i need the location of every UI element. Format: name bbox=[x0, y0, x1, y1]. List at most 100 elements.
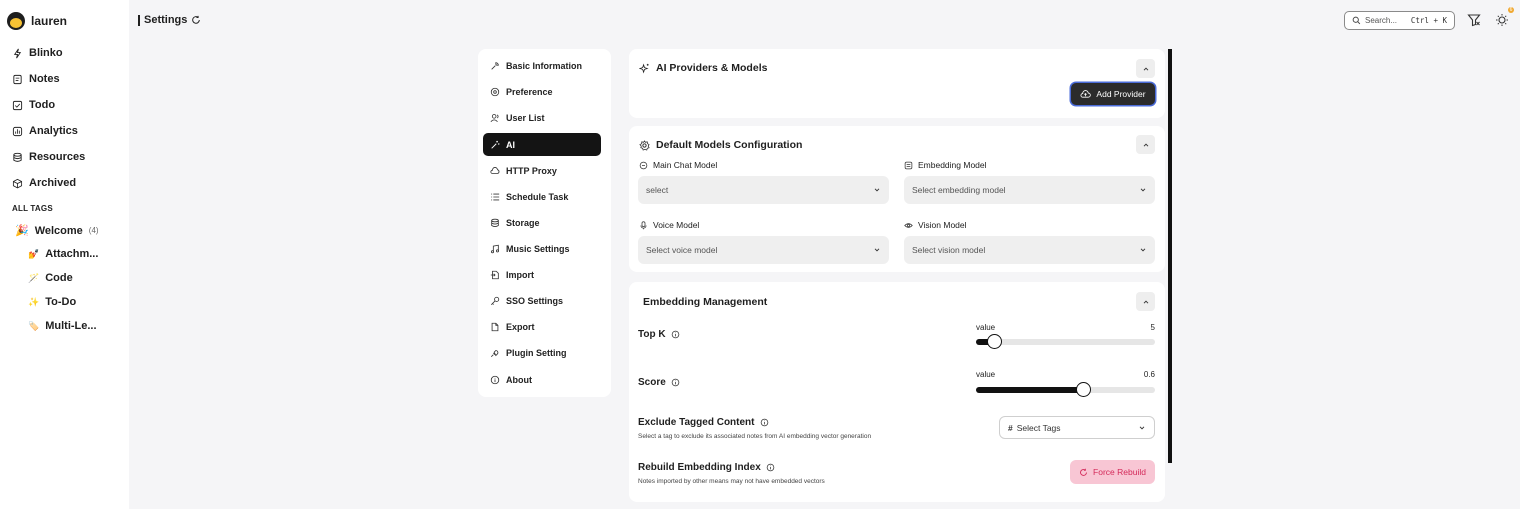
chevron-up-icon bbox=[1143, 143, 1148, 147]
tag-label: To-Do bbox=[45, 296, 77, 308]
vision-model-select[interactable]: Select vision model bbox=[904, 236, 1155, 264]
menu-label: Music Settings bbox=[506, 243, 570, 254]
add-provider-label: Add Provider bbox=[1096, 89, 1146, 99]
settings-item-user-list[interactable]: User List bbox=[483, 106, 601, 129]
page-title: Settings bbox=[138, 14, 201, 26]
cloud-upload-icon bbox=[1080, 90, 1092, 98]
nav-item-resources[interactable]: Resources bbox=[12, 151, 85, 163]
settings-item-basic-information[interactable]: Basic Information bbox=[483, 54, 601, 77]
tag-emoji: 🏷️ bbox=[28, 320, 40, 331]
info-icon[interactable] bbox=[671, 330, 680, 339]
user-profile[interactable]: lauren bbox=[7, 12, 67, 30]
chevron-down-icon bbox=[1140, 248, 1146, 252]
nav-item-archived[interactable]: Archived bbox=[12, 177, 76, 189]
top-k-slider[interactable] bbox=[976, 334, 1155, 349]
select-value: Select vision model bbox=[912, 245, 986, 255]
collapse-default-models-button[interactable] bbox=[1136, 135, 1155, 154]
menu-label: Plugin Setting bbox=[506, 347, 567, 358]
tag-item-attachments[interactable]: 💅 Attachm... bbox=[28, 248, 98, 260]
plugin-icon bbox=[490, 349, 499, 357]
chevron-down-icon bbox=[1139, 425, 1145, 429]
settings-item-export[interactable]: Export bbox=[483, 315, 601, 338]
tag-emoji: ✨ bbox=[28, 296, 40, 307]
menu-label: Preference bbox=[506, 86, 553, 97]
voice-model-select[interactable]: Select voice model bbox=[638, 236, 889, 264]
collapse-providers-button[interactable] bbox=[1136, 59, 1155, 78]
ai-providers-card: AI Providers & Models Add Provider bbox=[629, 49, 1165, 118]
info-icon[interactable] bbox=[766, 463, 775, 472]
rebuild-index-label: Rebuild Embedding Index bbox=[638, 462, 775, 473]
section-label-text: Rebuild Embedding Index bbox=[638, 462, 761, 473]
page-title-text: Settings bbox=[144, 14, 188, 26]
embedding-model-select[interactable]: Select embedding model bbox=[904, 176, 1155, 204]
refresh-icon[interactable] bbox=[191, 15, 201, 25]
embedding-model-label: Embedding Model bbox=[904, 160, 987, 170]
analytics-icon bbox=[12, 126, 23, 136]
tag-emoji: 🪄 bbox=[28, 272, 40, 283]
nav-item-notes[interactable]: Notes bbox=[12, 73, 60, 85]
score-slider-thumb[interactable] bbox=[1076, 382, 1092, 397]
section-label-text: Top K bbox=[638, 329, 666, 340]
list-icon bbox=[491, 193, 500, 200]
search-icon bbox=[1352, 16, 1361, 25]
cloud-icon bbox=[490, 166, 500, 174]
top-k-slider-thumb[interactable] bbox=[986, 334, 1002, 349]
settings-item-http-proxy[interactable]: HTTP Proxy bbox=[483, 159, 601, 182]
settings-item-plugin-setting[interactable]: Plugin Setting bbox=[483, 341, 601, 364]
section-label-text: Exclude Tagged Content bbox=[638, 417, 755, 428]
info-icon[interactable] bbox=[671, 378, 680, 387]
main-chat-model-label: Main Chat Model bbox=[639, 160, 717, 170]
all-tags-heading: ALL TAGS bbox=[12, 204, 53, 213]
database-icon bbox=[13, 152, 22, 162]
menu-label: HTTP Proxy bbox=[506, 165, 557, 176]
settings-item-about[interactable]: About bbox=[483, 368, 601, 391]
tag-item-multi-level[interactable]: 🏷️ Multi-Le... bbox=[28, 320, 97, 332]
menu-label: Import bbox=[506, 269, 534, 280]
key-icon bbox=[490, 296, 500, 305]
sparkles-icon bbox=[639, 63, 649, 73]
collapse-embedding-button[interactable] bbox=[1136, 292, 1155, 311]
tag-item-todo[interactable]: ✨ To-Do bbox=[28, 296, 76, 308]
nav-item-blinko[interactable]: Blinko bbox=[12, 47, 63, 59]
top-k-label: Top K bbox=[638, 329, 680, 340]
settings-item-music-settings[interactable]: Music Settings bbox=[483, 237, 601, 260]
info-icon bbox=[490, 375, 500, 384]
settings-item-preference[interactable]: Preference bbox=[483, 80, 601, 103]
tools-icon bbox=[491, 61, 499, 70]
gear-icon bbox=[639, 139, 650, 151]
force-rebuild-label: Force Rebuild bbox=[1093, 467, 1146, 477]
tag-item-code[interactable]: 🪄 Code bbox=[28, 272, 73, 284]
bolt-icon bbox=[13, 48, 22, 58]
microphone-icon bbox=[640, 220, 647, 229]
nav-item-analytics[interactable]: Analytics bbox=[12, 125, 78, 137]
embedding-icon bbox=[904, 161, 913, 169]
tag-label: Welcome bbox=[34, 224, 83, 237]
nav-item-todo[interactable]: Todo bbox=[12, 99, 55, 111]
settings-item-sso-settings[interactable]: SSO Settings bbox=[483, 289, 601, 312]
settings-item-ai[interactable]: AI bbox=[483, 133, 601, 156]
theme-bulb-icon[interactable] bbox=[1495, 13, 1509, 27]
exclude-tagged-description: Select a tag to exclude its associated n… bbox=[638, 433, 872, 440]
preference-icon bbox=[490, 87, 500, 96]
main-chat-model-select[interactable]: select bbox=[638, 176, 889, 204]
tag-item-welcome[interactable]: 🎉 Welcome (4) bbox=[15, 224, 99, 238]
field-label-text: Embedding Model bbox=[918, 160, 987, 170]
rebuild-index-description: Notes imported by other means may not ha… bbox=[638, 478, 825, 485]
score-slider[interactable] bbox=[976, 382, 1155, 397]
nav-label: Resources bbox=[29, 151, 86, 163]
chat-icon bbox=[639, 161, 648, 169]
card-title-text: Default Models Configuration bbox=[656, 139, 803, 151]
add-provider-button[interactable]: Add Provider bbox=[1071, 83, 1155, 105]
force-rebuild-button[interactable]: Force Rebuild bbox=[1070, 460, 1155, 484]
settings-item-schedule-task[interactable]: Schedule Task bbox=[483, 185, 601, 208]
settings-item-storage[interactable]: Storage bbox=[483, 211, 601, 234]
field-label-text: Voice Model bbox=[653, 220, 700, 230]
users-icon bbox=[490, 113, 499, 122]
settings-item-import[interactable]: Import bbox=[483, 263, 601, 286]
search-input[interactable]: Search... Ctrl + K bbox=[1344, 11, 1455, 30]
default-models-title: Default Models Configuration bbox=[639, 139, 802, 151]
content-scrollbar[interactable] bbox=[1168, 49, 1172, 463]
filter-icon[interactable] bbox=[1467, 13, 1481, 27]
info-icon[interactable] bbox=[760, 418, 769, 427]
select-tags-dropdown[interactable]: # Select Tags bbox=[999, 416, 1155, 439]
